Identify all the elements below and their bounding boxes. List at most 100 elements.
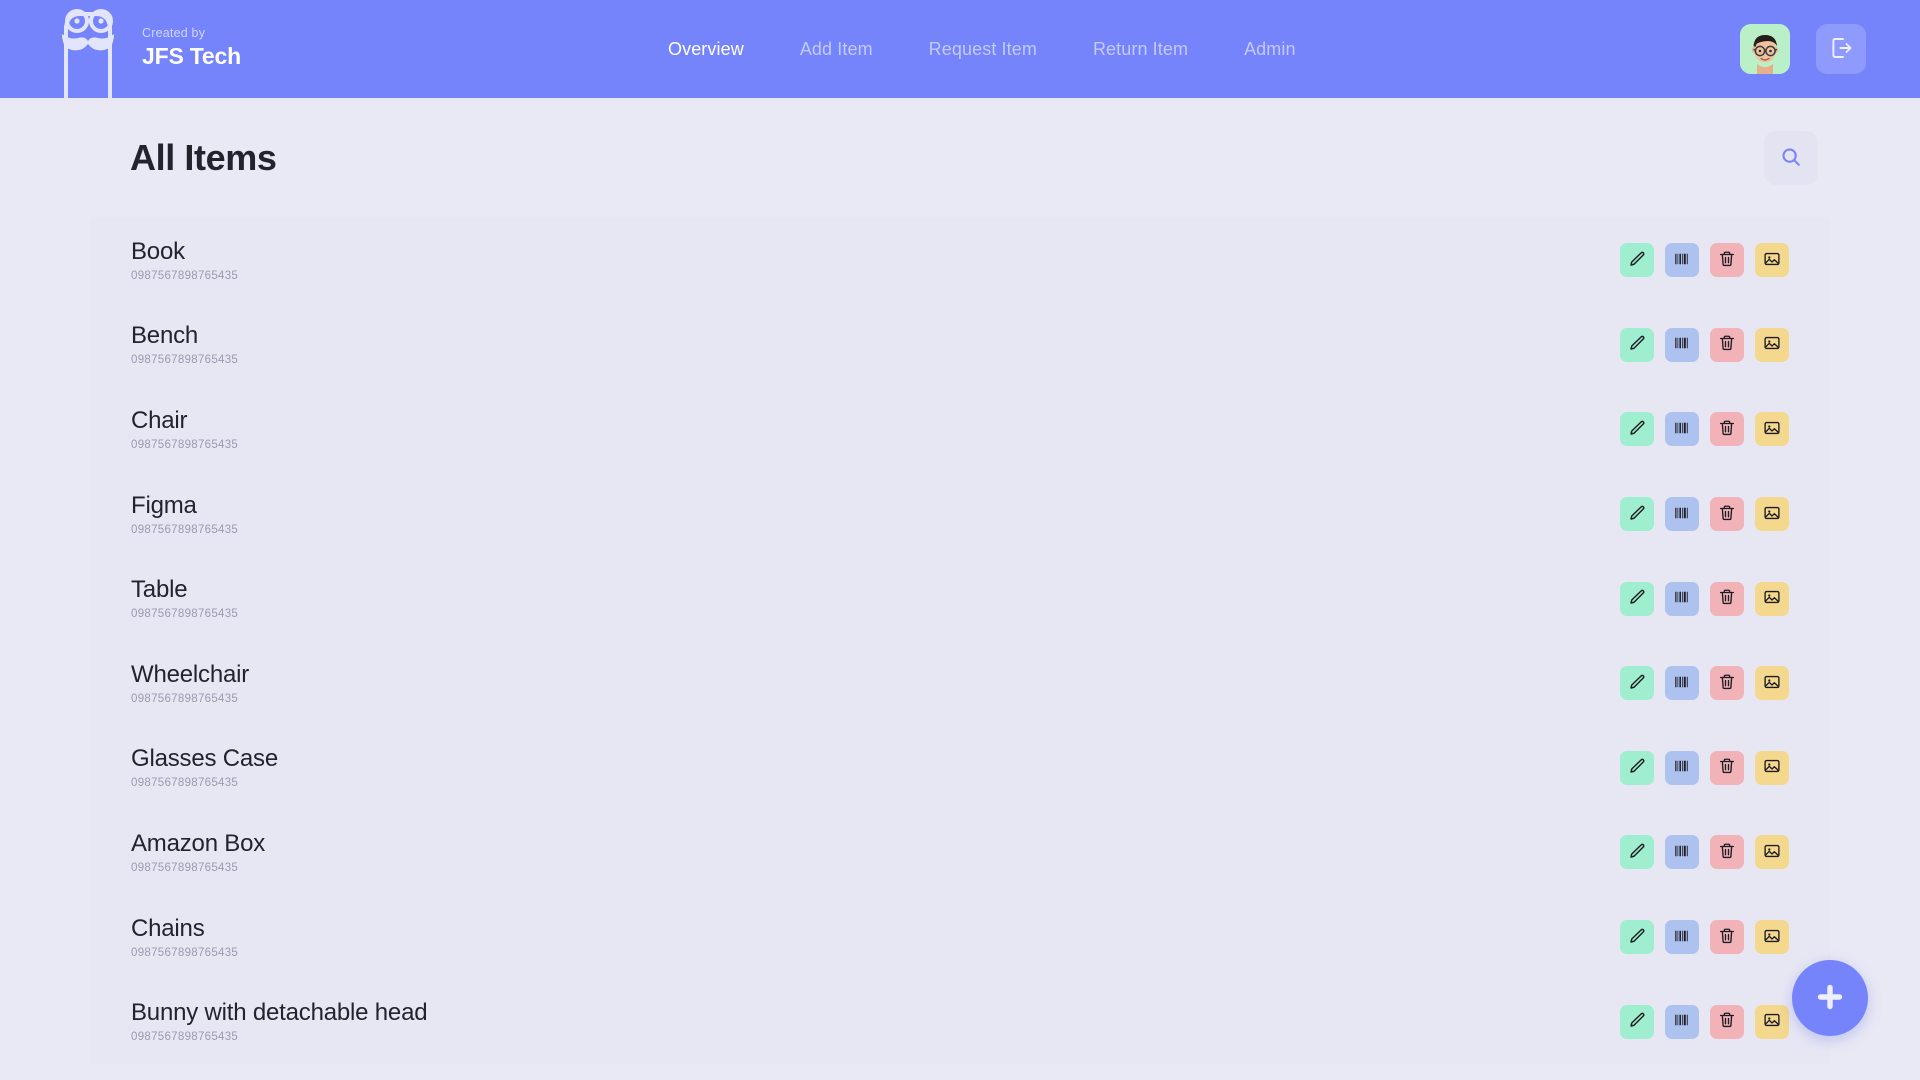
table-row[interactable]: Wheelchair 0987567898765435 [89, 641, 1831, 726]
row-actions [1620, 835, 1789, 870]
item-name: Table [131, 576, 188, 604]
image-item-button[interactable] [1755, 750, 1789, 785]
image-item-button[interactable] [1755, 581, 1789, 616]
image-item-button[interactable] [1755, 497, 1789, 532]
pencil-icon [1628, 419, 1646, 440]
table-row[interactable]: Chains 0987567898765435 [89, 895, 1831, 980]
barcode-item-button[interactable] [1665, 666, 1699, 701]
delete-item-button[interactable] [1710, 1004, 1744, 1039]
delete-item-button[interactable] [1710, 920, 1744, 955]
trash-icon [1718, 1011, 1736, 1032]
barcode-item-button[interactable] [1665, 750, 1699, 785]
image-item-button[interactable] [1755, 243, 1789, 278]
trash-icon [1718, 588, 1736, 609]
row-actions [1620, 327, 1789, 362]
image-icon [1763, 250, 1781, 271]
barcode-item-button[interactable] [1665, 497, 1699, 532]
table-row[interactable]: Bunny with detachable head 09875678987654… [89, 979, 1831, 1064]
item-info: Book 0987567898765435 [131, 237, 238, 284]
item-name: Wheelchair [131, 660, 250, 688]
barcode-item-button[interactable] [1665, 835, 1699, 870]
delete-item-button[interactable] [1710, 412, 1744, 447]
table-row[interactable]: Bench 0987567898765435 [89, 303, 1831, 388]
edit-item-button[interactable] [1620, 920, 1654, 955]
item-name: Bench [131, 322, 199, 350]
item-code: 0987567898765435 [131, 777, 239, 790]
trash-icon [1718, 757, 1736, 778]
logout-icon [1829, 36, 1853, 63]
barcode-icon [1673, 842, 1691, 863]
search-button[interactable] [1764, 131, 1818, 185]
nav-link-overview[interactable]: Overview [640, 0, 772, 98]
image-item-button[interactable] [1755, 327, 1789, 362]
logout-button[interactable] [1816, 24, 1866, 74]
item-code: 0987567898765435 [131, 608, 239, 621]
delete-item-button[interactable] [1710, 327, 1744, 362]
edit-item-button[interactable] [1620, 327, 1654, 362]
edit-item-button[interactable] [1620, 1004, 1654, 1039]
barcode-item-button[interactable] [1665, 327, 1699, 362]
top-navbar: Created by JFS Tech Overview Add Item Re… [0, 0, 1920, 98]
delete-item-button[interactable] [1710, 750, 1744, 785]
navbar-right [1740, 0, 1866, 98]
barcode-item-button[interactable] [1665, 581, 1699, 616]
trash-icon [1718, 334, 1736, 355]
nav-link-request-item[interactable]: Request Item [901, 0, 1065, 98]
barcode-icon [1673, 1011, 1691, 1032]
pencil-icon [1628, 334, 1646, 355]
row-actions [1620, 750, 1789, 785]
items-list: Book 0987567898765435 Bench 098756789876543… [89, 218, 1831, 1064]
table-row[interactable]: Figma 0987567898765435 [89, 472, 1831, 557]
image-icon [1763, 842, 1781, 863]
image-item-button[interactable] [1755, 666, 1789, 701]
item-name: Chains [131, 914, 205, 942]
plus-icon [1813, 980, 1847, 1017]
table-row[interactable]: Table 0987567898765435 [89, 556, 1831, 641]
image-item-button[interactable] [1755, 1004, 1789, 1039]
barcode-item-button[interactable] [1665, 920, 1699, 955]
trash-icon [1718, 842, 1736, 863]
add-item-fab[interactable] [1792, 960, 1868, 1036]
table-row[interactable]: Chair 0987567898765435 [89, 387, 1831, 472]
barcode-icon [1673, 927, 1691, 948]
edit-item-button[interactable] [1620, 497, 1654, 532]
delete-item-button[interactable] [1710, 497, 1744, 532]
item-code: 0987567898765435 [131, 692, 239, 705]
barcode-item-button[interactable] [1665, 1004, 1699, 1039]
main-nav: Overview Add Item Request Item Return It… [640, 0, 1324, 98]
nav-link-return-item[interactable]: Return Item [1065, 0, 1216, 98]
edit-item-button[interactable] [1620, 835, 1654, 870]
edit-item-button[interactable] [1620, 666, 1654, 701]
barcode-item-button[interactable] [1665, 243, 1699, 278]
image-icon [1763, 504, 1781, 525]
image-item-button[interactable] [1755, 920, 1789, 955]
barcode-icon [1673, 757, 1691, 778]
table-row[interactable]: Book 0987567898765435 [89, 218, 1831, 303]
barcode-icon [1673, 673, 1691, 694]
pencil-icon [1628, 673, 1646, 694]
item-info: Glasses Case 0987567898765435 [131, 744, 278, 791]
user-avatar[interactable] [1740, 24, 1790, 74]
item-name: Book [131, 237, 185, 265]
image-icon [1763, 757, 1781, 778]
delete-item-button[interactable] [1710, 581, 1744, 616]
brand[interactable]: Created by JFS Tech [58, 0, 241, 98]
item-info: Bench 0987567898765435 [131, 321, 238, 368]
edit-item-button[interactable] [1620, 750, 1654, 785]
row-actions [1620, 920, 1789, 955]
nav-link-add-item[interactable]: Add Item [772, 0, 901, 98]
edit-item-button[interactable] [1620, 243, 1654, 278]
table-row[interactable]: Glasses Case 0987567898765435 [89, 726, 1831, 811]
delete-item-button[interactable] [1710, 666, 1744, 701]
edit-item-button[interactable] [1620, 581, 1654, 616]
image-item-button[interactable] [1755, 835, 1789, 870]
image-item-button[interactable] [1755, 412, 1789, 447]
nav-link-admin[interactable]: Admin [1216, 0, 1324, 98]
barcode-item-button[interactable] [1665, 412, 1699, 447]
edit-item-button[interactable] [1620, 412, 1654, 447]
delete-item-button[interactable] [1710, 243, 1744, 278]
table-row[interactable]: Amazon Box 0987567898765435 [89, 810, 1831, 895]
delete-item-button[interactable] [1710, 835, 1744, 870]
pencil-icon [1628, 504, 1646, 525]
barcode-icon [1673, 334, 1691, 355]
